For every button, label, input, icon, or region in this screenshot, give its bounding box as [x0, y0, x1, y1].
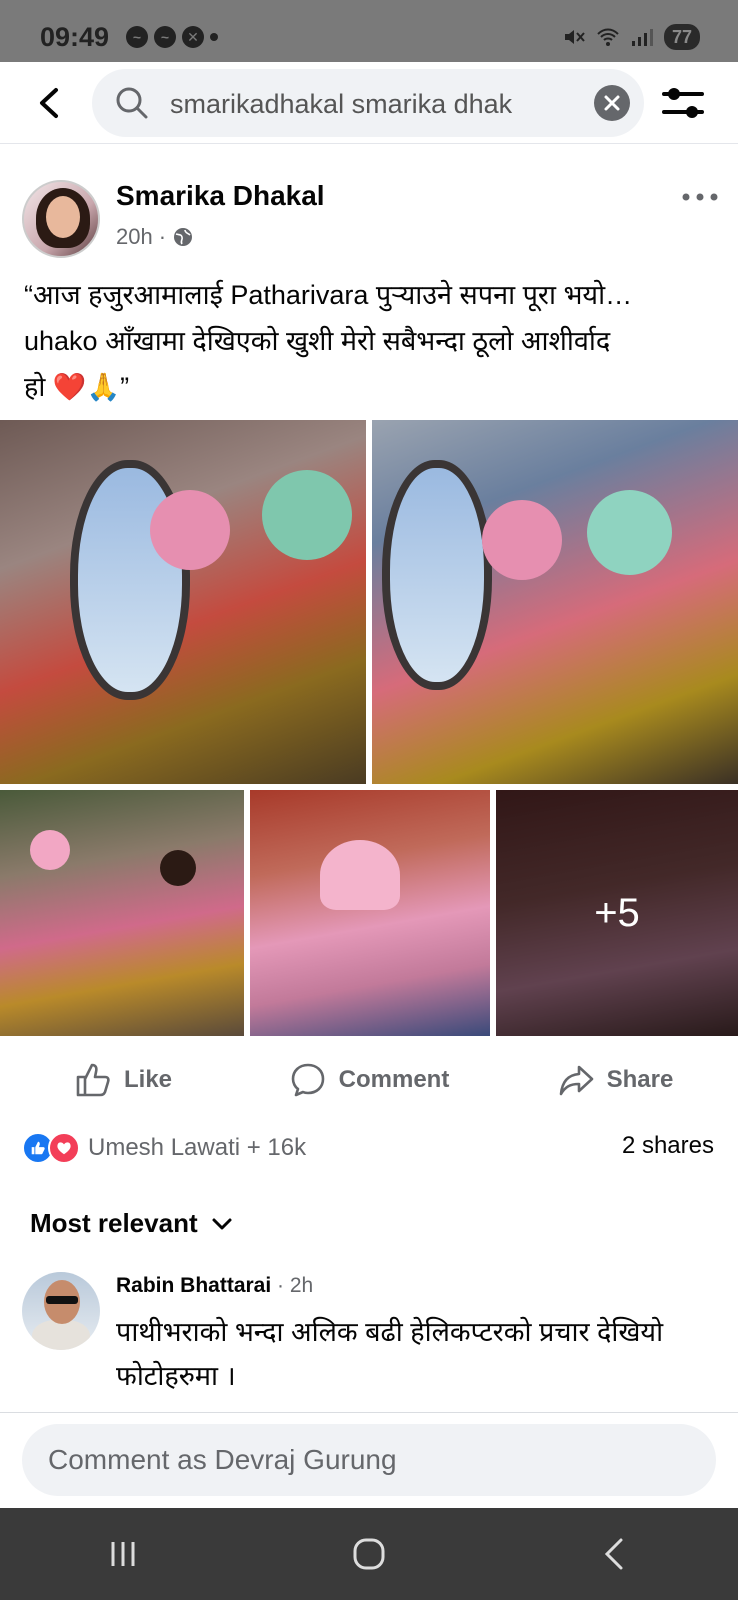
author-name[interactable]: Smarika Dhakal [116, 180, 325, 212]
post-time: 20h [116, 224, 153, 249]
post-actions: Like Comment Share [0, 1042, 738, 1118]
share-icon [559, 1065, 593, 1096]
caption-line: हो ❤️🙏” [24, 372, 130, 402]
comment-placeholder: Comment as Devraj Gurung [48, 1444, 397, 1475]
wifi-icon [597, 28, 619, 46]
thumbs-up-icon [76, 1063, 110, 1097]
search-input[interactable]: smarikadhakal smarika dhak [170, 89, 580, 120]
search-header: smarikadhakal smarika dhak [0, 62, 738, 144]
comment-icon [291, 1063, 324, 1097]
status-time: 09:49 [40, 22, 110, 52]
close-icon [604, 95, 620, 111]
messenger-icon: ~ [126, 26, 148, 48]
system-nav-bar [0, 1508, 738, 1600]
filter-icon[interactable] [660, 84, 706, 122]
commenter-name[interactable]: Rabin Bhattarai · 2h [116, 1274, 313, 1298]
post-header: Smarika Dhakal 20h · [0, 144, 738, 258]
clear-search-button[interactable] [594, 85, 630, 121]
post-photo-1[interactable] [0, 420, 366, 784]
love-reaction-icon [48, 1132, 80, 1164]
comment-button[interactable]: Comment [246, 1042, 492, 1118]
share-label: Share [606, 1066, 674, 1093]
author-avatar[interactable] [22, 180, 100, 258]
dot-icon [210, 33, 218, 41]
post-caption: “आज हजुरआमालाई Patharivara पुऱ्याउने सपन… [24, 272, 724, 410]
post-photo-3[interactable] [0, 790, 244, 1036]
like-label: Like [123, 1066, 173, 1093]
more-photos-overlay[interactable]: +5 [496, 790, 738, 1036]
post-photo-4[interactable] [250, 790, 490, 1036]
recents-icon[interactable] [103, 1534, 143, 1574]
search-bar[interactable]: smarikadhakal smarika dhak [92, 69, 644, 137]
home-icon[interactable] [349, 1534, 389, 1574]
comment-time: · 2h [271, 1274, 314, 1297]
comment-input[interactable]: Comment as Devraj Gurung [22, 1424, 716, 1496]
messenger-icon: ~ [154, 26, 176, 48]
app-notification-icon: ✕ [182, 26, 204, 48]
reactions-count: Umesh Lawati + 16k [88, 1134, 307, 1161]
comment-text: पाथीभराको भन्दा अलिक बढी हेलिकप्टरको प्र… [116, 1317, 664, 1391]
globe-icon [174, 228, 193, 246]
caption-line: “आज हजुरआमालाई Patharivara पुऱ्याउने सपन… [24, 280, 633, 310]
commenter-avatar[interactable] [22, 1272, 100, 1350]
notification-icons: ~ ~ ✕ [126, 26, 218, 48]
reactions-summary[interactable]: Umesh Lawati + 16k [22, 1130, 306, 1166]
mute-icon [564, 30, 585, 44]
comment-label: Comment [338, 1066, 450, 1093]
meta-separator: · [158, 224, 167, 249]
like-button[interactable]: Like [0, 1042, 246, 1118]
more-options-icon[interactable] [680, 190, 720, 204]
share-button[interactable]: Share [492, 1042, 738, 1118]
comment-sort-dropdown[interactable]: Most relevant [30, 1208, 234, 1239]
post-photo-2[interactable] [372, 420, 738, 784]
back-button[interactable] [30, 82, 72, 124]
signal-icon [631, 29, 653, 46]
post-photo-5[interactable]: +5 [496, 790, 738, 1036]
shares-count[interactable]: 2 shares [622, 1132, 714, 1160]
status-right: 77 [562, 24, 700, 50]
commenter-name-text[interactable]: Rabin Bhattarai [116, 1274, 271, 1297]
caption-line: uhako आँखामा देखिएको खुशी मेरो सबैभन्दा … [24, 326, 611, 356]
back-nav-icon[interactable] [595, 1534, 635, 1574]
divider [0, 1412, 738, 1413]
chevron-down-icon [212, 1218, 232, 1229]
search-icon [116, 87, 148, 119]
status-bar: 09:49 ~ ~ ✕ 77 [0, 0, 738, 62]
battery-indicator: 77 [663, 24, 700, 50]
post-meta: 20h · [116, 224, 194, 250]
sort-label: Most relevant [30, 1208, 198, 1238]
